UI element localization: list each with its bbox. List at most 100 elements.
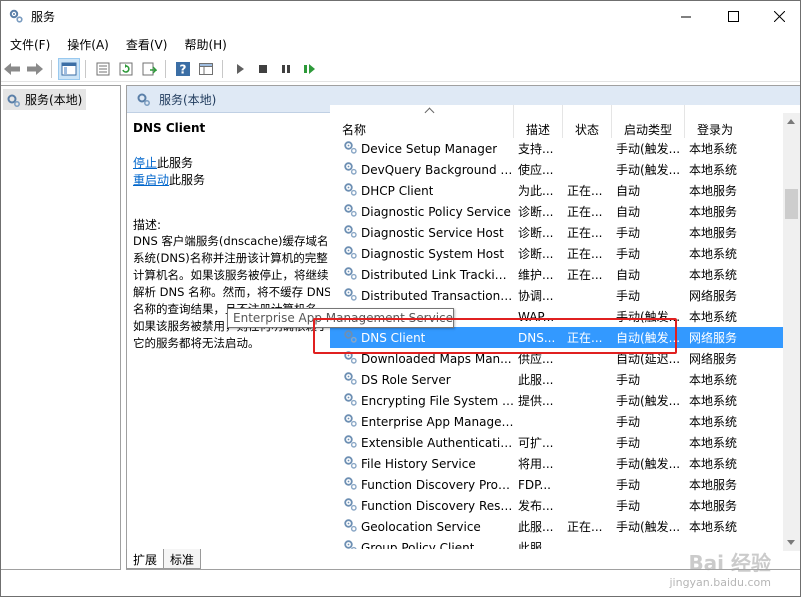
scroll-down-icon[interactable] [787,540,795,545]
menu-file[interactable]: 文件(F) [0,34,57,54]
tab-standard[interactable]: 标准 [163,549,202,569]
minimize-button[interactable] [663,0,709,32]
table-row[interactable]: DHCP Client 为此... 正在... 自动 本地服务 [330,180,785,201]
scroll-up-icon[interactable] [787,119,795,124]
menu-action[interactable]: 操作(A) [57,34,116,54]
pause-service-button[interactable] [275,58,297,80]
console-view-button[interactable] [195,58,217,80]
service-startup-type-cell: 自动(触发... [616,331,681,345]
table-row[interactable]: Enterprise App Management Service 手动 本地系统 [330,411,785,432]
maximize-button[interactable] [710,0,756,32]
table-row[interactable]: DS Role Server 此服... 手动 本地系统 [330,369,785,390]
service-startup-type-cell: 自动(延迟... [616,352,681,366]
table-row[interactable]: Function Discovery Provi... FDP... 手动 本地服务 [330,474,785,495]
service-startup-type-cell: 手动 [616,226,641,240]
service-startup-type-cell: 自动 [616,205,641,219]
service-gear-icon [342,370,358,389]
table-row[interactable]: Device Setup Manager 支持... 手动(触发... 本地系统 [330,138,785,159]
service-logon-cell: 本地系统 [689,415,738,429]
list-header: 名称 描述 状态 启动类型 登录为 [330,105,800,138]
restart-service-button[interactable] [298,58,320,80]
service-name-text: Distributed Link Tracking... [361,267,514,282]
service-startup-type-cell: 自动 [616,184,641,198]
description-label: 描述: [133,218,162,232]
forward-button[interactable] [24,58,46,80]
table-row[interactable]: Distributed Link Tracking... 维护... 正在... 自动… [330,264,785,285]
table-row[interactable]: Extensible Authentication... 可扩... 手动 本地系统 [330,432,785,453]
table-row[interactable]: Geolocation Service 此服... 正在... 手动(触发... 本地系… [330,516,785,537]
export-button[interactable] [138,58,160,80]
services-gear-icon [9,9,23,23]
service-name-text: DS Role Server [361,372,451,387]
service-description-cell: 此服... [518,541,554,549]
table-row[interactable]: DevQuery Background D... 使应... 手动(触发... 本地系… [330,159,785,180]
service-logon-cell: 网络服务 [689,289,738,303]
service-name-cell: Group Policy Client [330,538,514,549]
service-name-text: Diagnostic Service Host [361,225,504,240]
help-button[interactable]: ? [172,58,194,80]
service-logon-cell: 本地系统 [689,247,738,261]
service-name-text: DevQuery Background D... [361,162,514,177]
toolbar-separator [222,60,223,78]
services-gear-icon [7,94,20,107]
menu-view[interactable]: 查看(V) [116,34,175,54]
list-rows: Device Setup Manager 支持... 手动(触发... 本地系统 Dev… [330,138,785,549]
service-name-cell: DevQuery Background D... [330,160,514,179]
table-row[interactable]: Function Discovery Reso... 发布... 手动 本地服务 [330,495,785,516]
show-console-tree-button[interactable] [58,58,80,80]
stop-service-link[interactable]: 停止 [133,156,157,170]
service-name-cell: Encrypting File System (E... [330,391,514,410]
pane-title: 服务(本地) [159,92,217,107]
close-icon [773,10,785,22]
table-row[interactable]: Downloaded Maps Man... 供应... 自动(延迟... 网络服务 [330,348,785,369]
start-service-button[interactable] [229,58,251,80]
toolbar-separator [51,60,52,78]
restart-suffix: 此服务 [169,173,206,187]
column-header-status[interactable]: 状态 [563,105,612,138]
table-row[interactable]: Encrypting File System (E... 提供... 手动(触发..… [330,390,785,411]
service-name-cell: DHCP Client [330,181,514,200]
view-tabs: 扩展 标准 [126,549,202,569]
service-startup-type-cell: 手动 [616,289,641,303]
stop-service-button[interactable] [252,58,274,80]
table-row[interactable]: Diagnostic Policy Service 诊断... 正在... 自动 本地服… [330,201,785,222]
service-gear-icon [342,496,358,515]
service-logon-cell: 本地系统 [689,142,738,156]
service-name-cell: Geolocation Service [330,517,514,536]
export-list-icon [96,62,110,76]
service-gear-icon [342,328,358,347]
table-row[interactable]: Diagnostic System Host 诊断... 正在... 手动 本地系统 [330,243,785,264]
back-button[interactable] [1,58,23,80]
export-list-button[interactable] [92,58,114,80]
menu-help[interactable]: 帮助(H) [174,34,233,54]
services-gear-icon [137,93,150,106]
service-name-cell: Enterprise App Management Service [330,412,514,431]
service-status-cell: 正在... [567,184,603,198]
column-header-name[interactable]: 名称 [330,105,514,138]
refresh-button[interactable] [115,58,137,80]
service-logon-cell: 本地系统 [689,268,738,282]
service-name-text: Function Discovery Provi... [361,477,514,492]
column-header-startup-type[interactable]: 启动类型 [612,105,685,138]
column-header-logon-as[interactable]: 登录为 [685,105,747,138]
service-startup-type-cell: 手动(触发... [616,310,681,324]
service-startup-type-cell: 手动(触发... [616,163,681,177]
service-actions: 停止此服务 重启动此服务 [133,155,331,189]
table-row[interactable]: File History Service 将用... 手动(触发... 本地系统 [330,453,785,474]
service-status-cell: 正在... [567,520,603,534]
refresh-icon [119,62,133,76]
column-header-description[interactable]: 描述 [514,105,563,138]
tab-extended[interactable]: 扩展 [126,549,165,569]
table-row[interactable]: Diagnostic Service Host 诊断... 正在... 手动 本地服务 [330,222,785,243]
tree-item-services-local[interactable]: 服务(本地) [3,89,87,110]
service-description-cell: 诊断... [518,226,554,240]
service-startup-type-cell: 手动 [616,436,641,450]
close-button[interactable] [756,0,801,32]
service-logon-cell: 本地系统 [689,373,738,387]
restart-service-link[interactable]: 重启动 [133,173,169,187]
vertical-scrollbar[interactable] [783,113,800,551]
table-row[interactable]: Distributed Transaction C... 协调... 手动 网络服务 [330,285,785,306]
table-row[interactable]: DNS Client DNS... 正在... 自动(触发... 网络服务 [330,327,785,348]
scrollbar-thumb[interactable] [785,189,798,219]
service-name-text: Function Discovery Reso... [361,498,514,513]
